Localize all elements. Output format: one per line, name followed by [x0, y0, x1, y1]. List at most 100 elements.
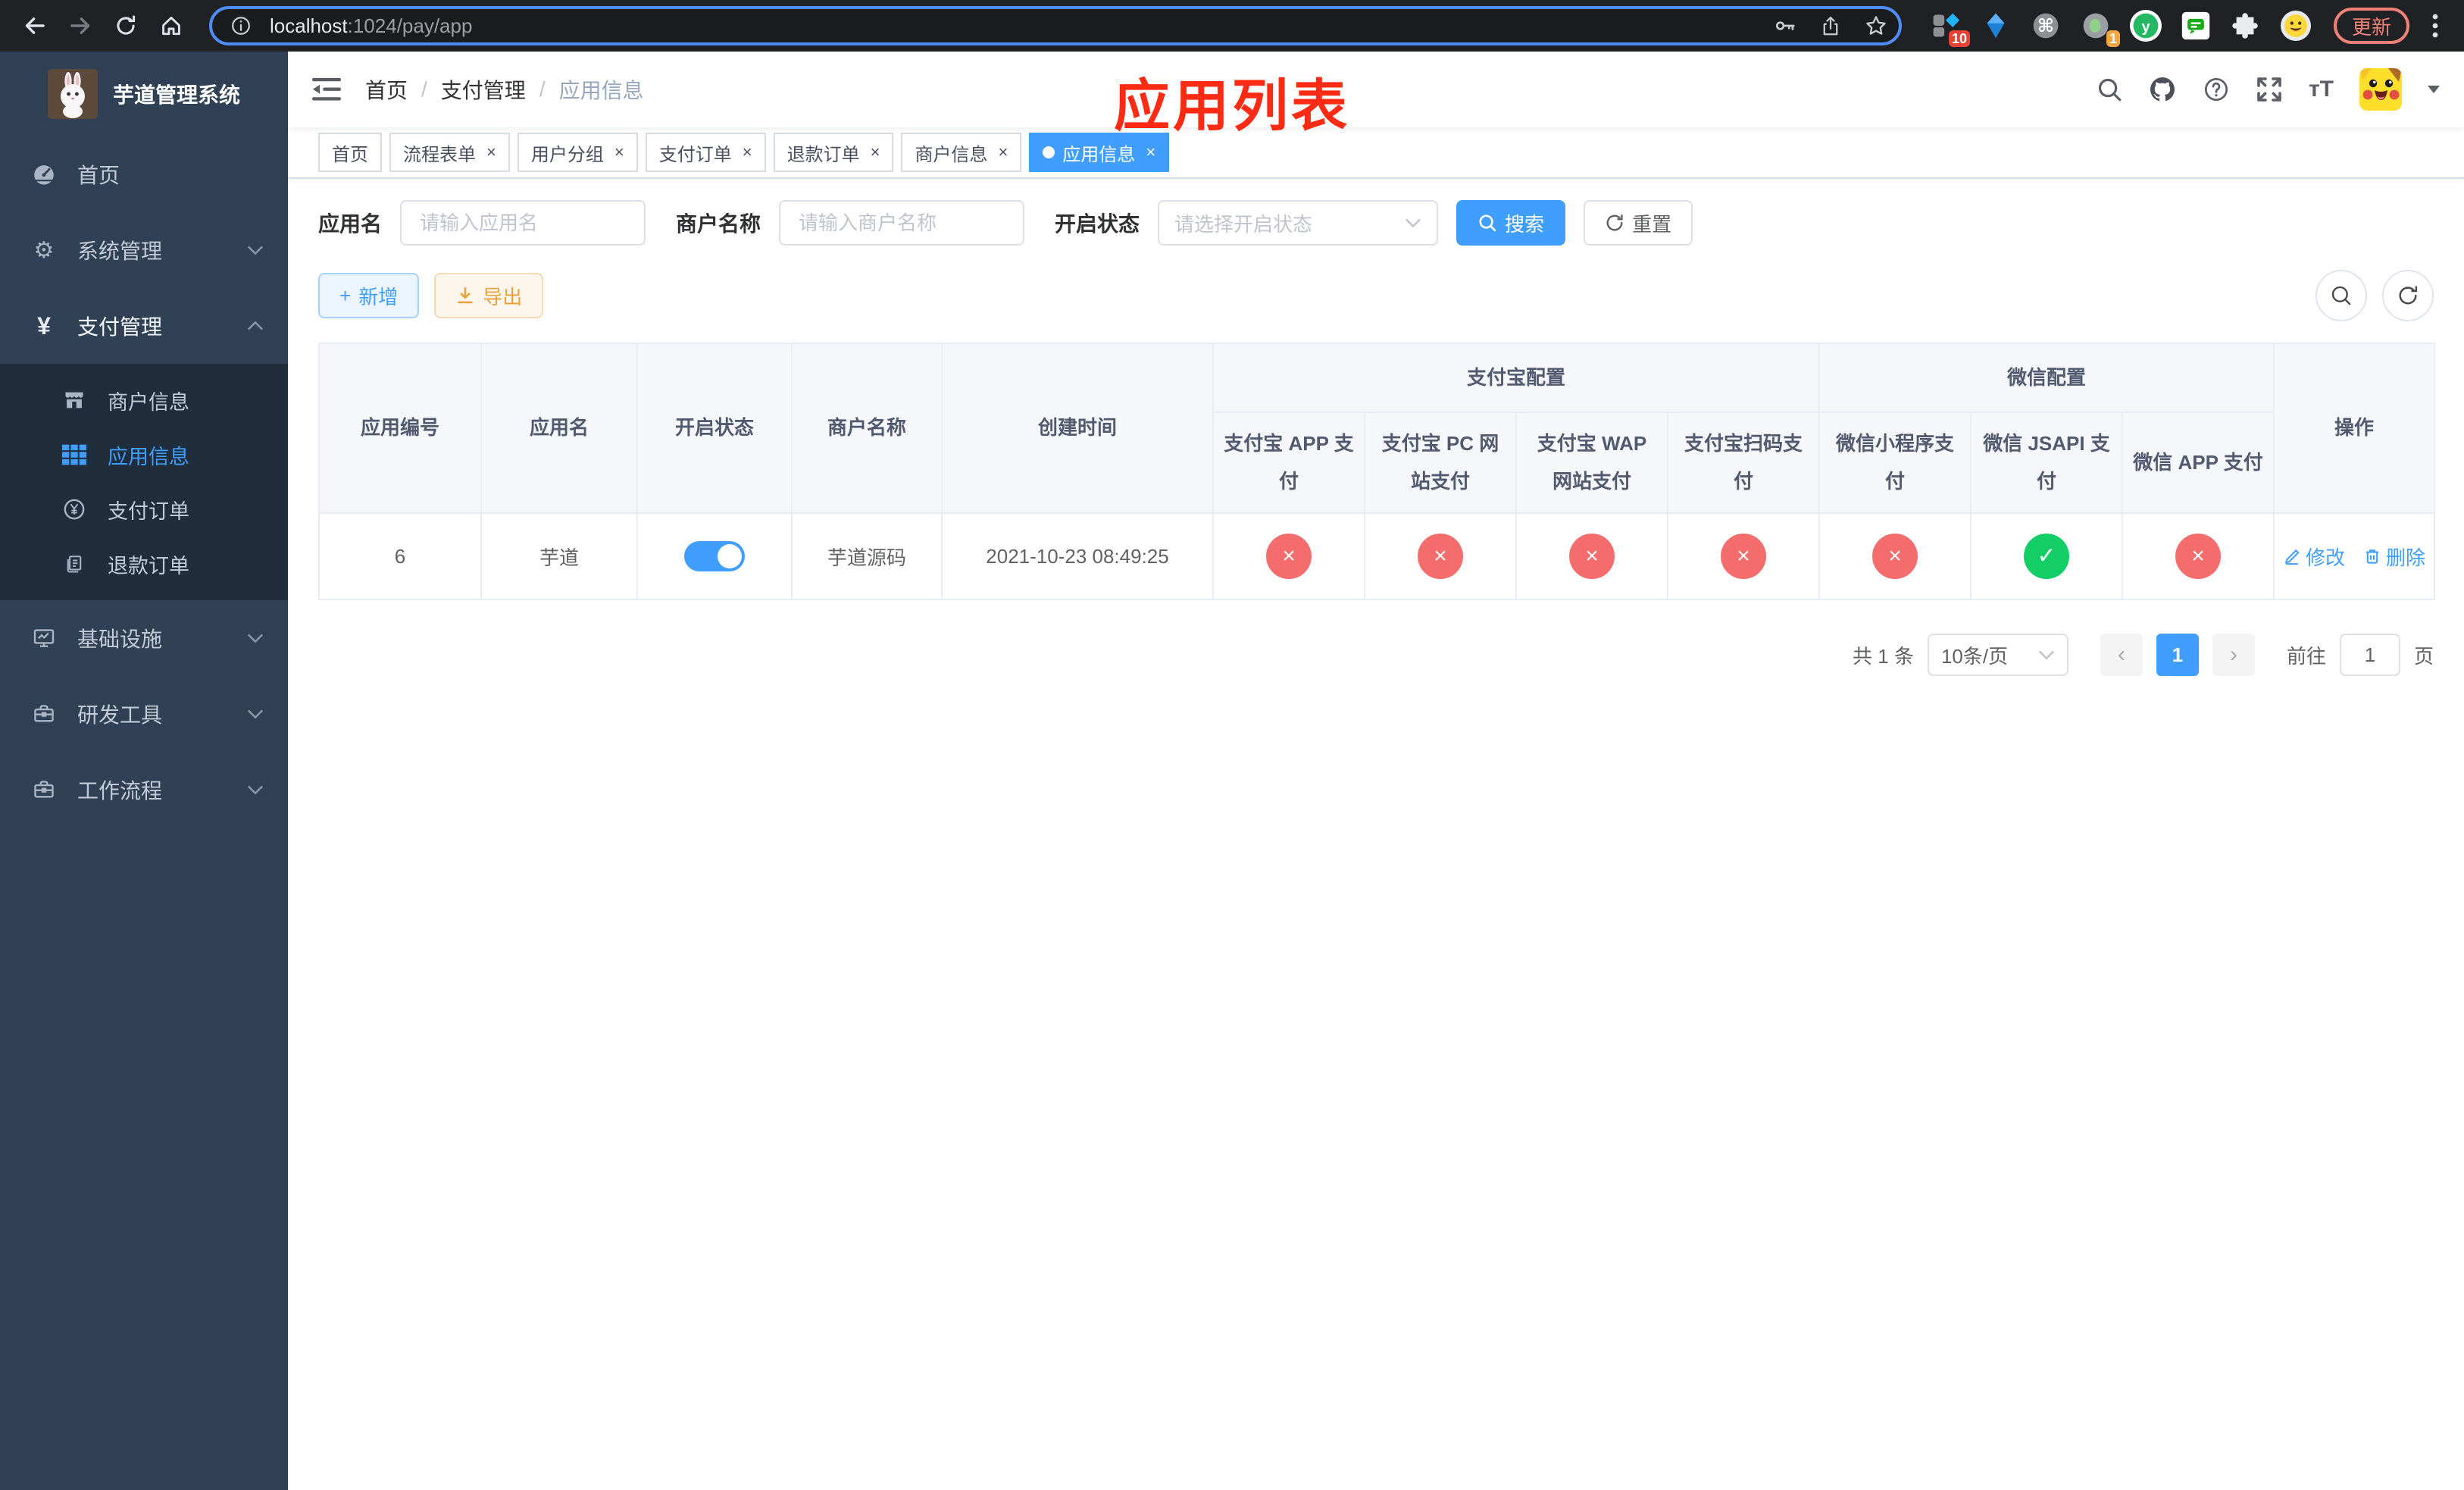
home-icon[interactable]: [152, 6, 191, 45]
extension-command-icon[interactable]: ⌘: [2029, 9, 2062, 42]
search-button[interactable]: 搜索: [1456, 200, 1566, 246]
page-content: 应用名 商户名称 开启状态 请选择开启状态 搜索 重置: [288, 179, 2464, 1490]
site-info-icon[interactable]: [224, 9, 258, 42]
browser-menu-kebab-icon[interactable]: [2422, 6, 2449, 45]
avatar-caret-icon[interactable]: [2428, 86, 2440, 93]
col-actions: 操作: [2273, 342, 2436, 515]
sidebar-item-merchant-info[interactable]: 商户信息: [0, 373, 288, 427]
chevron-down-icon: [247, 633, 264, 643]
cell-status: [636, 512, 793, 601]
page-1-button[interactable]: 1: [2156, 634, 2199, 677]
app-name-label: 应用名: [318, 212, 383, 236]
search-icon: [1479, 214, 1496, 232]
merchant-name-input[interactable]: [779, 200, 1025, 246]
user-avatar[interactable]: [2359, 68, 2402, 111]
url-text[interactable]: localhost:1024/pay/app: [270, 14, 1756, 38]
password-key-icon[interactable]: [1768, 9, 1802, 42]
enabled-toggle[interactable]: [684, 541, 745, 572]
sidebar-item-app-info[interactable]: 应用信息: [0, 427, 288, 482]
storefront-icon: [61, 388, 88, 412]
tab-user-group[interactable]: 用户分组 ×: [517, 133, 638, 172]
breadcrumb-home[interactable]: 首页: [365, 74, 408, 105]
bookmark-star-icon[interactable]: [1859, 9, 1893, 42]
sidebar-item-refund-orders[interactable]: 退款订单: [0, 537, 288, 591]
export-button[interactable]: 导出: [434, 273, 544, 318]
annotation-overlay-text: 应用列表: [1114, 74, 1350, 137]
browser-update-button[interactable]: 更新: [2333, 8, 2409, 44]
col-alipay-app: 支付宝 APP 支付: [1212, 412, 1365, 515]
extension-tree-icon[interactable]: 1: [2079, 9, 2120, 47]
sidebar-item-infrastructure[interactable]: 基础设施: [0, 600, 288, 676]
status-select[interactable]: 请选择开启状态: [1158, 200, 1439, 246]
reset-button[interactable]: 重置: [1584, 200, 1693, 246]
active-tag-dot: [1043, 146, 1055, 158]
browser-profile-avatar[interactable]: [2279, 9, 2312, 42]
refresh-table-button[interactable]: [2382, 270, 2434, 321]
tab-merchant-info[interactable]: 商户信息 ×: [901, 133, 1022, 172]
share-icon[interactable]: [1814, 9, 1847, 42]
cell-alipay-app: ×: [1212, 512, 1365, 601]
header-search-icon[interactable]: [2097, 77, 2122, 102]
extension-badge: 10: [1948, 30, 1970, 47]
chevron-down-icon: [247, 709, 264, 719]
delete-link[interactable]: 删除: [2363, 543, 2425, 571]
close-icon[interactable]: ×: [743, 142, 752, 162]
status-circle: ×: [1569, 534, 1615, 580]
col-wechat-app: 微信 APP 支付: [2122, 412, 2275, 515]
sidebar-item-pay-orders[interactable]: 支付订单: [0, 482, 288, 537]
toggle-search-button[interactable]: [2315, 270, 2367, 321]
breadcrumb-current: 应用信息: [558, 79, 644, 102]
status-circle: ×: [1872, 534, 1918, 580]
col-app-id: 应用编号: [318, 342, 482, 515]
forward-icon[interactable]: [61, 6, 100, 45]
goto-page-input[interactable]: [2339, 634, 2400, 677]
app-title: 芋道管理系统: [112, 83, 240, 107]
cell-merchant: 芋道源码: [791, 512, 943, 601]
page-size-select[interactable]: 10条/页: [1927, 634, 2068, 677]
sidebar-item-workflow[interactable]: 工作流程: [0, 752, 288, 828]
tags-view-bar: 首页 流程表单 × 用户分组 × 支付订单 × 退款订单 × 商户信息 × 应用信息 ×: [288, 127, 2464, 179]
add-button[interactable]: + 新增: [318, 273, 420, 318]
close-icon[interactable]: ×: [614, 142, 624, 162]
extension-badge: 1: [2106, 30, 2120, 47]
sidebar-item-dev-tools[interactable]: 研发工具: [0, 676, 288, 752]
extension-grid-icon[interactable]: 10: [1929, 9, 1970, 47]
refresh-icon: [2399, 286, 2418, 305]
toolbox-icon: [30, 778, 58, 802]
font-size-icon[interactable]: тT: [2309, 77, 2334, 102]
tab-refund-orders[interactable]: 退款订单 ×: [773, 133, 894, 172]
prev-page-button[interactable]: ‹: [2100, 634, 2143, 677]
breadcrumb-payment[interactable]: 支付管理: [441, 74, 526, 105]
github-icon[interactable]: [2148, 75, 2177, 104]
tab-process-form[interactable]: 流程表单 ×: [389, 133, 510, 172]
extension-kite-icon[interactable]: [1979, 9, 2012, 42]
reload-icon[interactable]: [106, 6, 145, 45]
tab-pay-orders[interactable]: 支付订单 ×: [645, 133, 766, 172]
close-icon[interactable]: ×: [1146, 142, 1155, 162]
extensions-puzzle-icon[interactable]: [2229, 9, 2262, 42]
sidebar-item-home[interactable]: 首页: [0, 136, 288, 212]
fullscreen-icon[interactable]: [2256, 76, 2283, 103]
sidebar-item-system[interactable]: ⚙ 系统管理: [0, 212, 288, 288]
address-bar[interactable]: localhost:1024/pay/app: [209, 6, 1902, 45]
collapse-sidebar-icon[interactable]: [312, 77, 341, 102]
tab-home[interactable]: 首页: [318, 133, 382, 172]
pagination: 共 1 条 10条/页 ‹ 1 › 前往 页: [318, 634, 2434, 677]
grid-table-icon: [61, 444, 88, 465]
back-icon[interactable]: [15, 6, 55, 45]
help-question-icon[interactable]: [2203, 76, 2230, 103]
extension-yuque-icon[interactable]: y: [2129, 9, 2162, 42]
cell-actions: 修改 删除: [2273, 512, 2436, 601]
chevron-down-icon: [2038, 650, 2055, 660]
edit-link[interactable]: 修改: [2283, 543, 2345, 571]
close-icon[interactable]: ×: [998, 142, 1008, 162]
dashboard-icon: [30, 161, 58, 187]
app-name-input[interactable]: [400, 200, 646, 246]
extension-chat-icon[interactable]: [2179, 9, 2212, 42]
close-icon[interactable]: ×: [871, 142, 880, 162]
next-page-button[interactable]: ›: [2212, 634, 2255, 677]
cell-created: 2021-10-23 08:49:25: [941, 512, 1214, 601]
close-icon[interactable]: ×: [486, 142, 496, 162]
sidebar-item-payment[interactable]: ¥ 支付管理: [0, 288, 288, 364]
col-alipay-qr: 支付宝扫码支付: [1666, 412, 1821, 515]
